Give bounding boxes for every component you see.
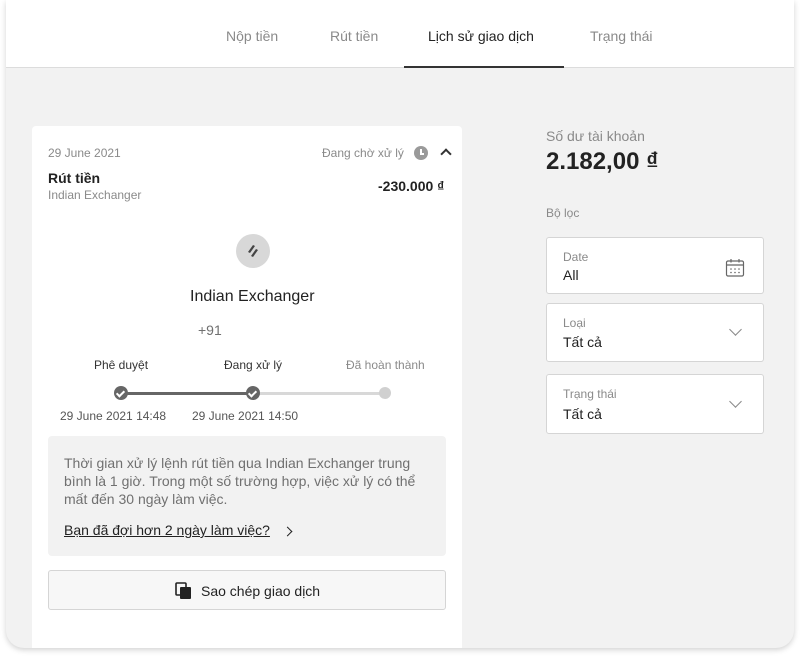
date-filter-value: All — [563, 267, 579, 283]
type-filter[interactable]: Loại Tất cả — [546, 303, 764, 362]
progress-track-done — [122, 392, 252, 395]
copy-icon — [175, 582, 191, 599]
type-filter-label: Loại — [563, 316, 586, 330]
progress-track-pending — [254, 392, 384, 395]
step-label-completed: Đã hoàn thành — [346, 358, 425, 372]
status-filter[interactable]: Trạng thái Tất cả — [546, 374, 764, 434]
step-time-approved: 29 June 2021 14:48 — [60, 409, 167, 423]
calendar-icon — [725, 259, 745, 277]
indian-exchanger-logo-icon — [236, 234, 270, 268]
app-frame: Nộp tiền Rút tiền Lịch sử giao dịch Trạn… — [6, 0, 794, 648]
chevron-down-icon — [729, 323, 742, 336]
chevron-right-icon[interactable] — [282, 526, 293, 537]
status-filter-label: Trạng thái — [563, 387, 617, 401]
step-done-check-icon — [246, 386, 260, 400]
processing-info-box: Thời gian xử lý lệnh rút tiền qua Indian… — [48, 436, 446, 556]
transaction-type: Rút tiền — [48, 170, 101, 186]
top-navigation: Nộp tiền Rút tiền Lịch sử giao dịch Trạn… — [6, 0, 794, 68]
transaction-date: 29 June 2021 — [48, 146, 121, 160]
transaction-card: 29 June 2021 Đang chờ xử lý Rút tiền Ind… — [32, 126, 462, 648]
transaction-status: Đang chờ xử lý — [322, 146, 404, 160]
transaction-amount: -230.000 ₫ — [378, 178, 445, 194]
step-label-processing: Đang xử lý — [224, 358, 283, 372]
copy-transaction-label: Sao chép giao dịch — [201, 583, 321, 599]
transaction-method: Indian Exchanger — [48, 188, 142, 202]
phone-prefix: +91 — [198, 322, 222, 338]
date-filter[interactable]: Date All — [546, 237, 764, 294]
chevron-down-icon — [729, 395, 742, 408]
balance-label: Số dư tài khoản — [546, 128, 645, 144]
waited-too-long-link[interactable]: Bạn đã đợi hơn 2 ngày làm việc? — [64, 522, 270, 538]
chevron-up-icon[interactable] — [440, 148, 452, 160]
type-filter-value: Tất cả — [563, 334, 602, 350]
step-label-approved: Phê duyệt — [94, 358, 149, 372]
processing-info-text: Thời gian xử lý lệnh rút tiền qua Indian… — [64, 455, 416, 507]
clock-icon — [414, 146, 428, 160]
date-filter-label: Date — [563, 250, 589, 264]
tab-transaction-history[interactable]: Lịch sử giao dịch — [428, 28, 534, 44]
step-pending-dot — [379, 387, 391, 399]
balance-amount: 2.182,00 ₫ — [546, 148, 659, 175]
tab-withdraw[interactable]: Rút tiền — [330, 28, 378, 44]
tab-status[interactable]: Trạng thái — [590, 28, 653, 44]
copy-transaction-button[interactable]: Sao chép giao dịch — [48, 570, 446, 610]
tab-deposit[interactable]: Nộp tiền — [226, 28, 278, 44]
status-filter-value: Tất cả — [563, 406, 602, 422]
filters-heading: Bộ lọc — [546, 206, 580, 220]
step-done-check-icon — [114, 386, 128, 400]
active-tab-indicator — [404, 66, 564, 68]
provider-name: Indian Exchanger — [190, 288, 315, 305]
step-time-processing: 29 June 2021 14:50 — [192, 409, 299, 423]
